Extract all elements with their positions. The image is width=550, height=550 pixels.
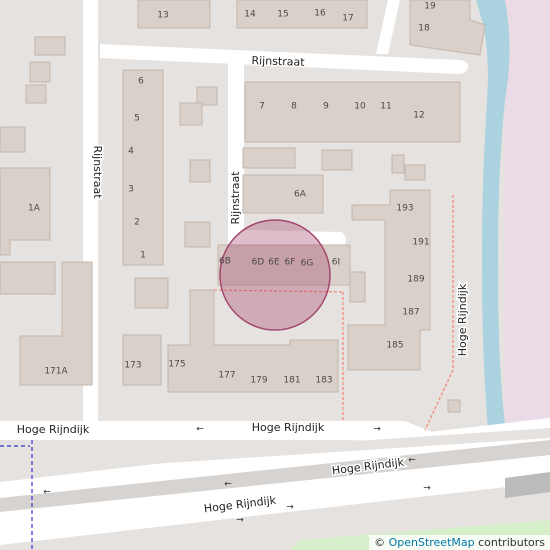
house-number: 181 — [283, 376, 300, 386]
house-number: 15 — [277, 10, 288, 20]
house-number: 179 — [250, 376, 267, 386]
street-label-rijnstraat: Rijnstraat — [251, 54, 305, 69]
house-number: 6E — [268, 258, 280, 268]
house-number: 6A — [294, 190, 307, 200]
arrow-left-icon: ← — [224, 480, 232, 490]
street-label-hoge-rijndijk-2: Hoge Rijndijk — [252, 421, 325, 434]
house-number: 11 — [380, 102, 391, 112]
house-number: 189 — [407, 275, 424, 285]
house-number: 6B — [219, 257, 231, 267]
arrow-left-icon: ← — [408, 456, 416, 466]
copyright-symbol: © — [374, 536, 386, 549]
map-view[interactable]: Rijnstraat Rijnstraat Rijnstraat Hoge Ri… — [0, 0, 550, 550]
house-number: 6F — [285, 258, 296, 268]
house-number: 10 — [354, 102, 366, 112]
street-label-rijnstraat-middle: Rijnstraat — [229, 171, 242, 225]
house-number: 6 — [138, 77, 144, 87]
house-number: 18 — [418, 24, 430, 34]
house-number: 193 — [396, 204, 413, 214]
building — [391, 154, 405, 174]
building — [404, 164, 426, 181]
arrow-right-icon: → — [373, 425, 381, 435]
building — [447, 399, 461, 413]
building — [321, 149, 353, 171]
house-number: 175 — [168, 360, 185, 370]
building — [189, 159, 211, 183]
house-number: 6D — [252, 258, 265, 268]
house-number: 1A — [28, 204, 41, 214]
house-number: 5 — [134, 114, 140, 124]
arrow-right-icon: → — [236, 516, 244, 526]
building — [29, 61, 51, 83]
house-number: 13 — [157, 11, 168, 21]
house-number: 7 — [259, 102, 265, 112]
house-number: 173 — [124, 361, 141, 371]
house-number: 6G — [301, 259, 314, 269]
building — [349, 271, 366, 303]
house-number: 3 — [128, 185, 134, 195]
street-label-rijnstraat-left: Rijnstraat — [91, 145, 104, 199]
house-number: 8 — [291, 102, 297, 112]
house-number: 2 — [134, 218, 140, 228]
arrow-left-icon: ← — [43, 488, 51, 498]
house-number: 6I — [332, 258, 340, 268]
landuse-area — [505, 0, 550, 460]
house-number: 9 — [323, 102, 329, 112]
house-number: 185 — [386, 341, 403, 351]
house-number: 17 — [342, 14, 353, 24]
house-number: 14 — [244, 10, 256, 20]
house-number: 171A — [44, 367, 68, 377]
building — [244, 81, 461, 143]
house-number: 183 — [315, 376, 332, 386]
house-number: 177 — [218, 371, 235, 381]
building — [196, 86, 218, 106]
building — [179, 102, 203, 126]
building — [122, 69, 164, 266]
building — [25, 84, 47, 104]
map-canvas: Rijnstraat Rijnstraat Rijnstraat Hoge Ri… — [0, 0, 550, 550]
building — [242, 174, 324, 214]
building — [137, 0, 211, 29]
street-label-hoge-rijndijk-1: Hoge Rijndijk — [17, 423, 90, 436]
house-number: 16 — [314, 9, 326, 19]
attribution-suffix: contributors — [474, 536, 545, 549]
house-number: 12 — [413, 111, 424, 121]
osm-link[interactable]: OpenStreetMap — [389, 536, 475, 549]
building — [184, 221, 211, 248]
arrow-right-icon: → — [286, 503, 294, 513]
building — [0, 126, 26, 153]
location-marker-circle[interactable] — [219, 219, 331, 331]
arrow-right-icon: → — [423, 484, 431, 494]
street-label-hoge-rijndijk-vertical: Hoge Rijndijk — [456, 283, 469, 356]
house-number: 1 — [140, 251, 146, 261]
building — [242, 147, 296, 169]
map-attribution: © OpenStreetMap contributors — [369, 535, 550, 550]
building — [134, 277, 169, 309]
house-number: 4 — [128, 147, 134, 157]
building — [0, 261, 56, 295]
house-number: 187 — [402, 308, 419, 318]
building — [34, 36, 66, 56]
arrow-left-icon: ← — [196, 425, 204, 435]
road-rijnstraat-middle — [228, 60, 244, 260]
house-number: 191 — [412, 238, 429, 248]
house-number: 19 — [424, 2, 436, 12]
